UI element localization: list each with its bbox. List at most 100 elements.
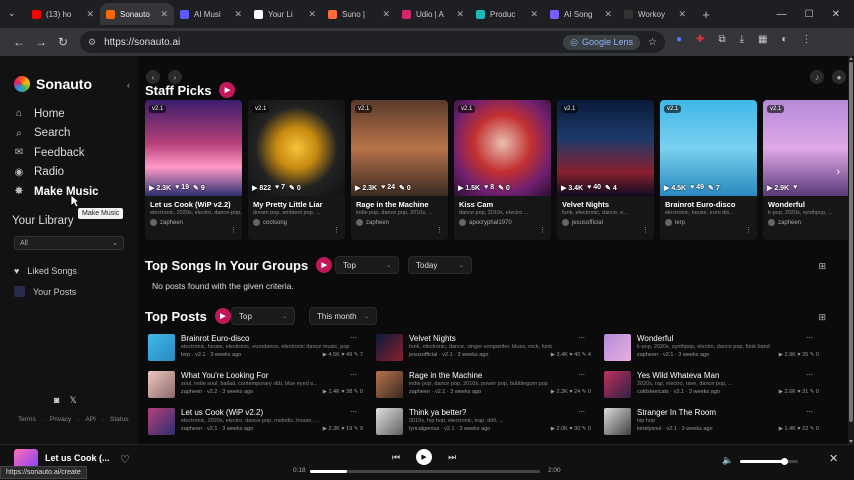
sidebar-item-radio[interactable]: ◉ Radio: [12, 163, 99, 183]
more-options-icon[interactable]: ⋯: [806, 371, 813, 379]
song-cover[interactable]: v2.1 ▶ 4.5K ♥ 49 ✎ 7: [660, 100, 757, 196]
library-filter-select[interactable]: All ⌄: [14, 236, 124, 250]
progress-bar[interactable]: [310, 470, 540, 473]
post-thumb[interactable]: [148, 334, 175, 361]
browser-tab[interactable]: (13) ho ✕: [26, 3, 100, 25]
song-cover[interactable]: v2.1 ▶ 2.9K ♥: [763, 100, 854, 196]
volume-knob[interactable]: [781, 458, 789, 465]
more-options-icon[interactable]: ⋮: [642, 226, 649, 234]
volume-icon[interactable]: 🔈: [722, 455, 733, 466]
more-options-icon[interactable]: ⋮: [539, 226, 546, 234]
top-posts-play-icon[interactable]: ▶: [214, 308, 231, 324]
bookmark-star-icon[interactable]: ☆: [648, 37, 657, 48]
post-thumb[interactable]: [376, 371, 403, 398]
tab-close-icon[interactable]: ✕: [530, 9, 538, 20]
list-item[interactable]: Brainrot Euro-disco electronic, house, e…: [148, 334, 363, 366]
forward-icon[interactable]: →: [30, 35, 52, 49]
page-scrollbar[interactable]: [848, 56, 854, 444]
post-author[interactable]: zapheen: [181, 389, 202, 395]
sidebar-item-home[interactable]: ⌂ Home: [12, 104, 99, 124]
footer-link[interactable]: Privacy: [50, 416, 71, 423]
more-options-icon[interactable]: ⋯: [806, 334, 813, 342]
song-author[interactable]: jesusofficial: [557, 216, 654, 226]
tab-close-icon[interactable]: ✕: [234, 9, 242, 20]
song-card[interactable]: v2.1 ▶ 2.3K ♥ 24 ✎ 0 Rage in the Machine…: [351, 100, 448, 240]
browser-tab[interactable]: Suno | ✕: [322, 3, 396, 25]
list-item[interactable]: Yes Wild Whateva Man 2020s, rap, electro…: [604, 371, 819, 403]
post-title[interactable]: Rage in the Machine: [409, 371, 591, 380]
post-title[interactable]: Let us Cook (WiP v2.2): [181, 408, 363, 417]
omnibox[interactable]: ⚙ https://sonauto.ai ◎ Google Lens ☆: [80, 31, 665, 53]
tab-search-icon[interactable]: ⌄: [8, 8, 16, 19]
more-options-icon[interactable]: ⋮: [333, 226, 340, 234]
song-cover[interactable]: v2.1 ▶ 1.5K ♥ 8 ✎ 0: [454, 100, 551, 196]
tab-close-icon[interactable]: ✕: [456, 9, 464, 20]
more-options-icon[interactable]: ⋮: [745, 226, 752, 234]
footer-link[interactable]: API: [85, 416, 95, 423]
song-card[interactable]: v2.1 ▶ 4.5K ♥ 49 ✎ 7 Brainrot Euro-disco…: [660, 100, 757, 240]
song-author[interactable]: apocryphal1970: [454, 216, 551, 226]
song-title[interactable]: Velvet Nights: [557, 196, 654, 209]
tab-close-icon[interactable]: ✕: [86, 9, 94, 20]
song-title[interactable]: My Pretty Little Liar: [248, 196, 345, 209]
more-options-icon[interactable]: ⋮: [230, 226, 237, 234]
brand-logo[interactable]: Sonauto: [14, 76, 92, 92]
song-cover[interactable]: v2.1 ▶ 2.3K ♥ 24 ✎ 0: [351, 100, 448, 196]
tab-close-icon[interactable]: ✕: [678, 9, 686, 20]
footer-link[interactable]: Status: [110, 416, 128, 423]
more-options-icon[interactable]: ⋯: [350, 408, 357, 416]
back-icon[interactable]: ←: [8, 35, 30, 49]
post-author[interactable]: lerp: [181, 352, 190, 358]
song-cover[interactable]: v2.1 ▶ 822 ♥ 7 ✎ 0: [248, 100, 345, 196]
sidepanel-icon[interactable]: ▦: [758, 34, 767, 45]
song-author[interactable]: coolsong: [248, 216, 345, 226]
like-heart-icon[interactable]: ♡: [120, 453, 130, 466]
post-author[interactable]: zapheen: [181, 426, 202, 432]
list-item[interactable]: Wonderful k-pop, 2020s, synthpop, electr…: [604, 334, 819, 366]
list-item[interactable]: Stranger In The Room hip hop lonelysoul …: [604, 408, 819, 440]
url-text[interactable]: https://sonauto.ai: [104, 37, 555, 48]
list-item[interactable]: Think ya better? 2010s, hip hop, electro…: [376, 408, 591, 440]
post-thumb[interactable]: [604, 371, 631, 398]
tab-close-icon[interactable]: ✕: [160, 9, 168, 20]
staff-picks-play-icon[interactable]: ▶: [219, 82, 236, 98]
top-posts-grid-view-icon[interactable]: ⊞: [818, 312, 826, 323]
download-icon[interactable]: ⤓: [740, 34, 744, 45]
song-title[interactable]: Rage in the Machine: [351, 196, 448, 209]
list-item[interactable]: Let us Cook (WiP v2.2) electronic, 2020s…: [148, 408, 363, 440]
your-posts-item[interactable]: Your Posts: [14, 286, 76, 297]
carousel-next-icon[interactable]: ›: [836, 166, 840, 178]
song-author[interactable]: zapheen: [351, 216, 448, 226]
browser-tab[interactable]: Workoy ✕: [618, 3, 692, 25]
post-title[interactable]: Stranger In The Room: [637, 408, 819, 417]
song-card[interactable]: v2.1 ▶ 1.5K ♥ 8 ✎ 0 Kiss Cam dance pop, …: [454, 100, 551, 240]
post-author[interactable]: zapheen: [637, 352, 658, 358]
browser-tab[interactable]: AI Musi ✕: [174, 3, 248, 25]
song-cover[interactable]: v2.1 ▶ 3.4K ♥ 40 ✎ 4: [557, 100, 654, 196]
song-card[interactable]: v2.1 ▶ 822 ♥ 7 ✎ 0 My Pretty Little Liar…: [248, 100, 345, 240]
post-author[interactable]: coldsteelcats: [637, 389, 669, 395]
list-item[interactable]: What You're Looking For soul, indie soul…: [148, 371, 363, 403]
song-author[interactable]: zapheen: [145, 216, 242, 226]
play-pause-icon[interactable]: ▶: [416, 449, 433, 465]
browser-tab[interactable]: Your Li ✕: [248, 3, 322, 25]
post-title[interactable]: Velvet Nights: [409, 334, 591, 343]
song-card[interactable]: v2.1 ▶ 2.3K ♥ 19 ✎ 9 Let us Cook (WiP v2…: [145, 100, 242, 240]
groups-grid-view-icon[interactable]: ⊞: [818, 261, 826, 272]
extension-icon-2[interactable]: ✚: [696, 34, 704, 45]
previous-track-icon[interactable]: ⏮: [392, 452, 400, 463]
groups-sort-select[interactable]: Top ⌄: [335, 256, 399, 274]
tab-close-icon[interactable]: ✕: [604, 9, 612, 20]
tab-close-icon[interactable]: ✕: [308, 9, 316, 20]
post-author[interactable]: lyricalgenius: [409, 426, 439, 432]
new-tab-button[interactable]: +: [696, 7, 716, 22]
groups-play-icon[interactable]: ▶: [316, 257, 333, 273]
liked-songs-item[interactable]: ♥ Liked Songs: [14, 266, 77, 276]
list-item[interactable]: Velvet Nights funk, electronic, dance, s…: [376, 334, 591, 366]
top-posts-sort-select[interactable]: Top ⌄: [231, 307, 295, 325]
post-title[interactable]: What You're Looking For: [181, 371, 363, 380]
more-options-icon[interactable]: ⋯: [806, 408, 813, 416]
more-options-icon[interactable]: ⋯: [578, 408, 585, 416]
groups-period-select[interactable]: Today ⌄: [408, 256, 472, 274]
close-window-icon[interactable]: ✕: [832, 9, 840, 20]
